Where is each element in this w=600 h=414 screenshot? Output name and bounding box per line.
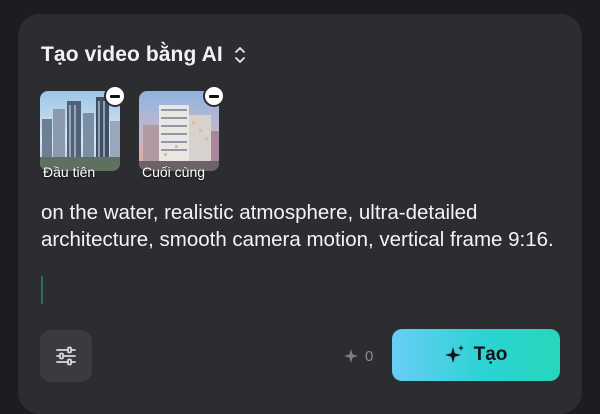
last-frame-label: Cuối cùng [142, 164, 206, 180]
credits-indicator: 0 [344, 346, 373, 366]
remove-last-frame-button[interactable] [203, 85, 225, 107]
generate-button[interactable]: Tạo [392, 329, 560, 381]
sparkles-icon [444, 345, 464, 363]
first-frame-thumbnail[interactable]: Đầu tiên [40, 85, 126, 180]
credits-value: 0 [365, 347, 374, 365]
minus-icon [110, 94, 120, 98]
remove-first-frame-button[interactable] [104, 85, 126, 107]
last-frame-thumbnail[interactable]: Cuối cùng [139, 85, 225, 180]
minus-icon [209, 94, 219, 98]
text-cursor [41, 276, 43, 304]
mode-selector[interactable]: Tạo video bằng AI [41, 41, 247, 69]
first-frame-label: Đầu tiên [43, 164, 96, 180]
settings-button[interactable] [40, 330, 92, 382]
chevron-up-down-icon [234, 47, 245, 63]
sliders-icon [56, 346, 76, 366]
prompt-text[interactable]: on the water, realistic atmosphere, ultr… [41, 199, 566, 253]
sparkle-icon [344, 349, 358, 363]
generate-label: Tạo [473, 344, 508, 365]
video-generator-panel: Tạo video bằng AI Đầu tiên Cuối cùng on … [18, 14, 582, 414]
panel-title: Tạo video bằng AI [41, 43, 223, 66]
